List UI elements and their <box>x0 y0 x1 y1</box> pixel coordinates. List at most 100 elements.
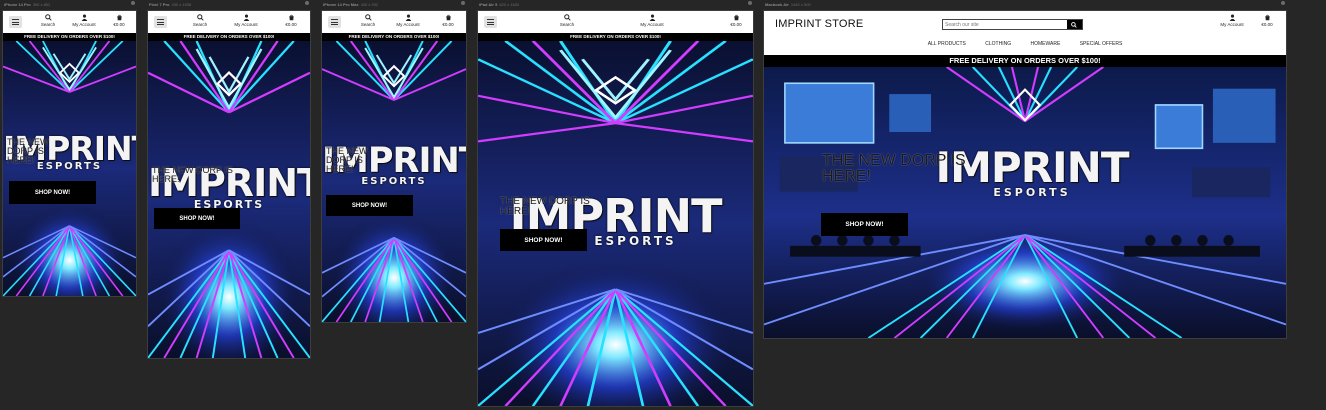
search-link[interactable]: Search <box>351 14 385 28</box>
store-brand[interactable]: IMPRINT STORE <box>775 18 863 30</box>
delivery-banner: FREE DELIVERY ON ORDERS OVER $100! <box>322 33 466 41</box>
device-dims: 430 x 1008 <box>171 2 192 7</box>
device-frame-macbook-air: Macbook Air1440 x 900 IMPRINT STORE My A… <box>763 0 1287 339</box>
hero-section: IMPRINT ESPORTS THE NEW DORP IS HERE! SH… <box>322 41 466 322</box>
device-frame-ipad-air-5: iPad Air 5 820 x 1180 Search My Account €… <box>477 0 754 407</box>
shop-now-button[interactable]: SHOP NOW! <box>154 208 240 229</box>
hero-tagline: THE NEW DORP IS HERE! <box>326 146 368 174</box>
search-icon <box>364 14 372 21</box>
account-label: My Account <box>1220 22 1244 27</box>
nav-homeware[interactable]: HOMEWARE <box>1030 41 1060 47</box>
device-controls[interactable] <box>1281 1 1285 5</box>
device-name: iPad Air 5 <box>479 2 498 7</box>
shop-now-button[interactable]: SHOP NOW! <box>9 181 96 204</box>
rotate-icon[interactable] <box>131 1 135 5</box>
cart-link[interactable]: €0.00 <box>1250 14 1284 28</box>
nav-special-offers[interactable]: SPECIAL OFFERS <box>1080 41 1123 47</box>
search-label: Search <box>559 22 575 27</box>
search-link[interactable]: Search <box>550 14 584 28</box>
search-link[interactable]: Search <box>31 14 65 28</box>
device-frame-iphone-14-pro: iPhone 14 Pro 390 x 852 Search My Account… <box>2 0 137 297</box>
cart-total: €0.00 <box>1261 22 1273 27</box>
cart-icon <box>288 14 294 21</box>
desktop-header: IMPRINT STORE My Account €0.00 ALL PRODU… <box>764 11 1286 55</box>
search-input[interactable] <box>945 20 1065 29</box>
device-screen: IMPRINT STORE My Account €0.00 ALL PRODU… <box>763 10 1287 339</box>
user-icon <box>81 14 87 21</box>
search-icon <box>196 14 204 21</box>
rotate-icon[interactable] <box>1281 1 1285 5</box>
device-name: iPhone 14 Pro <box>4 2 31 7</box>
search-icon <box>1071 21 1077 28</box>
user-icon <box>1229 14 1235 21</box>
hero-section: IMPRINT ESPORTS THE NEW DORP IS HERE! SH… <box>478 41 753 406</box>
account-link[interactable]: My Account <box>229 14 263 28</box>
delivery-banner: FREE DELIVERY ON ORDERS OVER $100! <box>764 55 1286 67</box>
search-label: Search <box>40 22 56 27</box>
cart-link[interactable]: €0.00 <box>719 14 753 28</box>
rotate-icon[interactable] <box>461 1 465 5</box>
shop-now-button[interactable]: SHOP NOW! <box>500 229 587 251</box>
hero-tagline: THE NEW DORP IS HERE! <box>7 137 49 165</box>
device-name: Macbook Air <box>765 2 789 7</box>
menu-button[interactable] <box>328 16 341 28</box>
mobile-header: Search My Account €0.00 <box>478 11 753 33</box>
device-frame-iphone-14-pro-max: iPhone 14 Pro Max 430 x 932 Search My Acc… <box>321 0 467 323</box>
search-button[interactable] <box>1067 20 1082 29</box>
hero-section: IMPRINT ESPORTS THE NEW DORP IS HERE! SH… <box>764 67 1286 338</box>
device-dims: 430 x 932 <box>360 2 379 7</box>
search-link[interactable]: Search <box>183 14 217 28</box>
delivery-banner: FREE DELIVERY ON ORDERS OVER $100! <box>478 33 753 41</box>
search-label: Search <box>192 22 208 27</box>
hero-tagline: THE NEW DORP IS HERE! <box>822 152 966 185</box>
delivery-banner: FREE DELIVERY ON ORDERS OVER $100! <box>3 33 136 41</box>
account-label: My Account <box>640 22 664 27</box>
main-nav: ALL PRODUCTS CLOTHING HOMEWARE SPECIAL O… <box>764 41 1286 47</box>
account-label: My Account <box>72 22 96 27</box>
user-icon <box>405 14 411 21</box>
hero-section: IMPRINT ESPORTS THE NEW DORP IS HERE! SH… <box>148 41 310 358</box>
device-dims: 1440 x 900 <box>790 2 811 7</box>
device-screen: Search My Account €0.00 FREE DELIVERY ON… <box>477 10 754 407</box>
shop-now-button[interactable]: SHOP NOW! <box>821 213 908 236</box>
search-bar <box>942 19 1083 30</box>
search-icon <box>44 14 52 21</box>
hero-section: IMPRINT ESPORTS THE NEW DORP IS HERE! SH… <box>3 41 136 296</box>
device-dims: 390 x 852 <box>32 2 51 7</box>
menu-button[interactable] <box>484 16 497 28</box>
nav-clothing[interactable]: CLOTHING <box>985 41 1011 47</box>
account-label: My Account <box>234 22 258 27</box>
cart-total: €0.00 <box>730 22 742 27</box>
device-label: iPhone 14 Pro 390 x 852 <box>4 0 50 9</box>
hero-image <box>764 67 1286 338</box>
account-link[interactable]: My Account <box>1215 14 1249 28</box>
device-controls[interactable] <box>131 1 135 5</box>
account-link[interactable]: My Account <box>67 14 101 28</box>
device-controls[interactable] <box>305 1 309 5</box>
delivery-banner: FREE DELIVERY ON ORDERS OVER $100! <box>148 33 310 41</box>
menu-button[interactable] <box>9 16 22 28</box>
device-label: Macbook Air 1440 x 900 <box>765 0 811 9</box>
cart-icon <box>116 14 122 21</box>
cart-link[interactable]: €0.00 <box>102 14 136 28</box>
cart-total: €0.00 <box>442 22 454 27</box>
device-label: iPad Air 5 820 x 1180 <box>479 0 519 9</box>
device-label: Pixel 7 Pro 430 x 1008 <box>149 0 191 9</box>
device-name: iPhone 14 Pro Max <box>323 2 359 7</box>
rotate-icon[interactable] <box>748 1 752 5</box>
rotate-icon[interactable] <box>305 1 309 5</box>
account-link[interactable]: My Account <box>635 14 669 28</box>
cart-link[interactable]: €0.00 <box>431 14 465 28</box>
menu-button[interactable] <box>154 16 167 28</box>
account-link[interactable]: My Account <box>391 14 425 28</box>
device-controls[interactable] <box>748 1 752 5</box>
cart-link[interactable]: €0.00 <box>274 14 308 28</box>
mobile-header: Search My Account €0.00 <box>3 11 136 33</box>
hero-tagline: THE NEW DORP IS HERE! <box>500 196 590 217</box>
device-controls[interactable] <box>461 1 465 5</box>
cart-total: €0.00 <box>113 22 125 27</box>
device-label: iPhone 14 Pro Max 430 x 932 <box>323 0 378 9</box>
nav-all-products[interactable]: ALL PRODUCTS <box>928 41 966 47</box>
shop-now-button[interactable]: SHOP NOW! <box>326 195 413 216</box>
user-icon <box>243 14 249 21</box>
